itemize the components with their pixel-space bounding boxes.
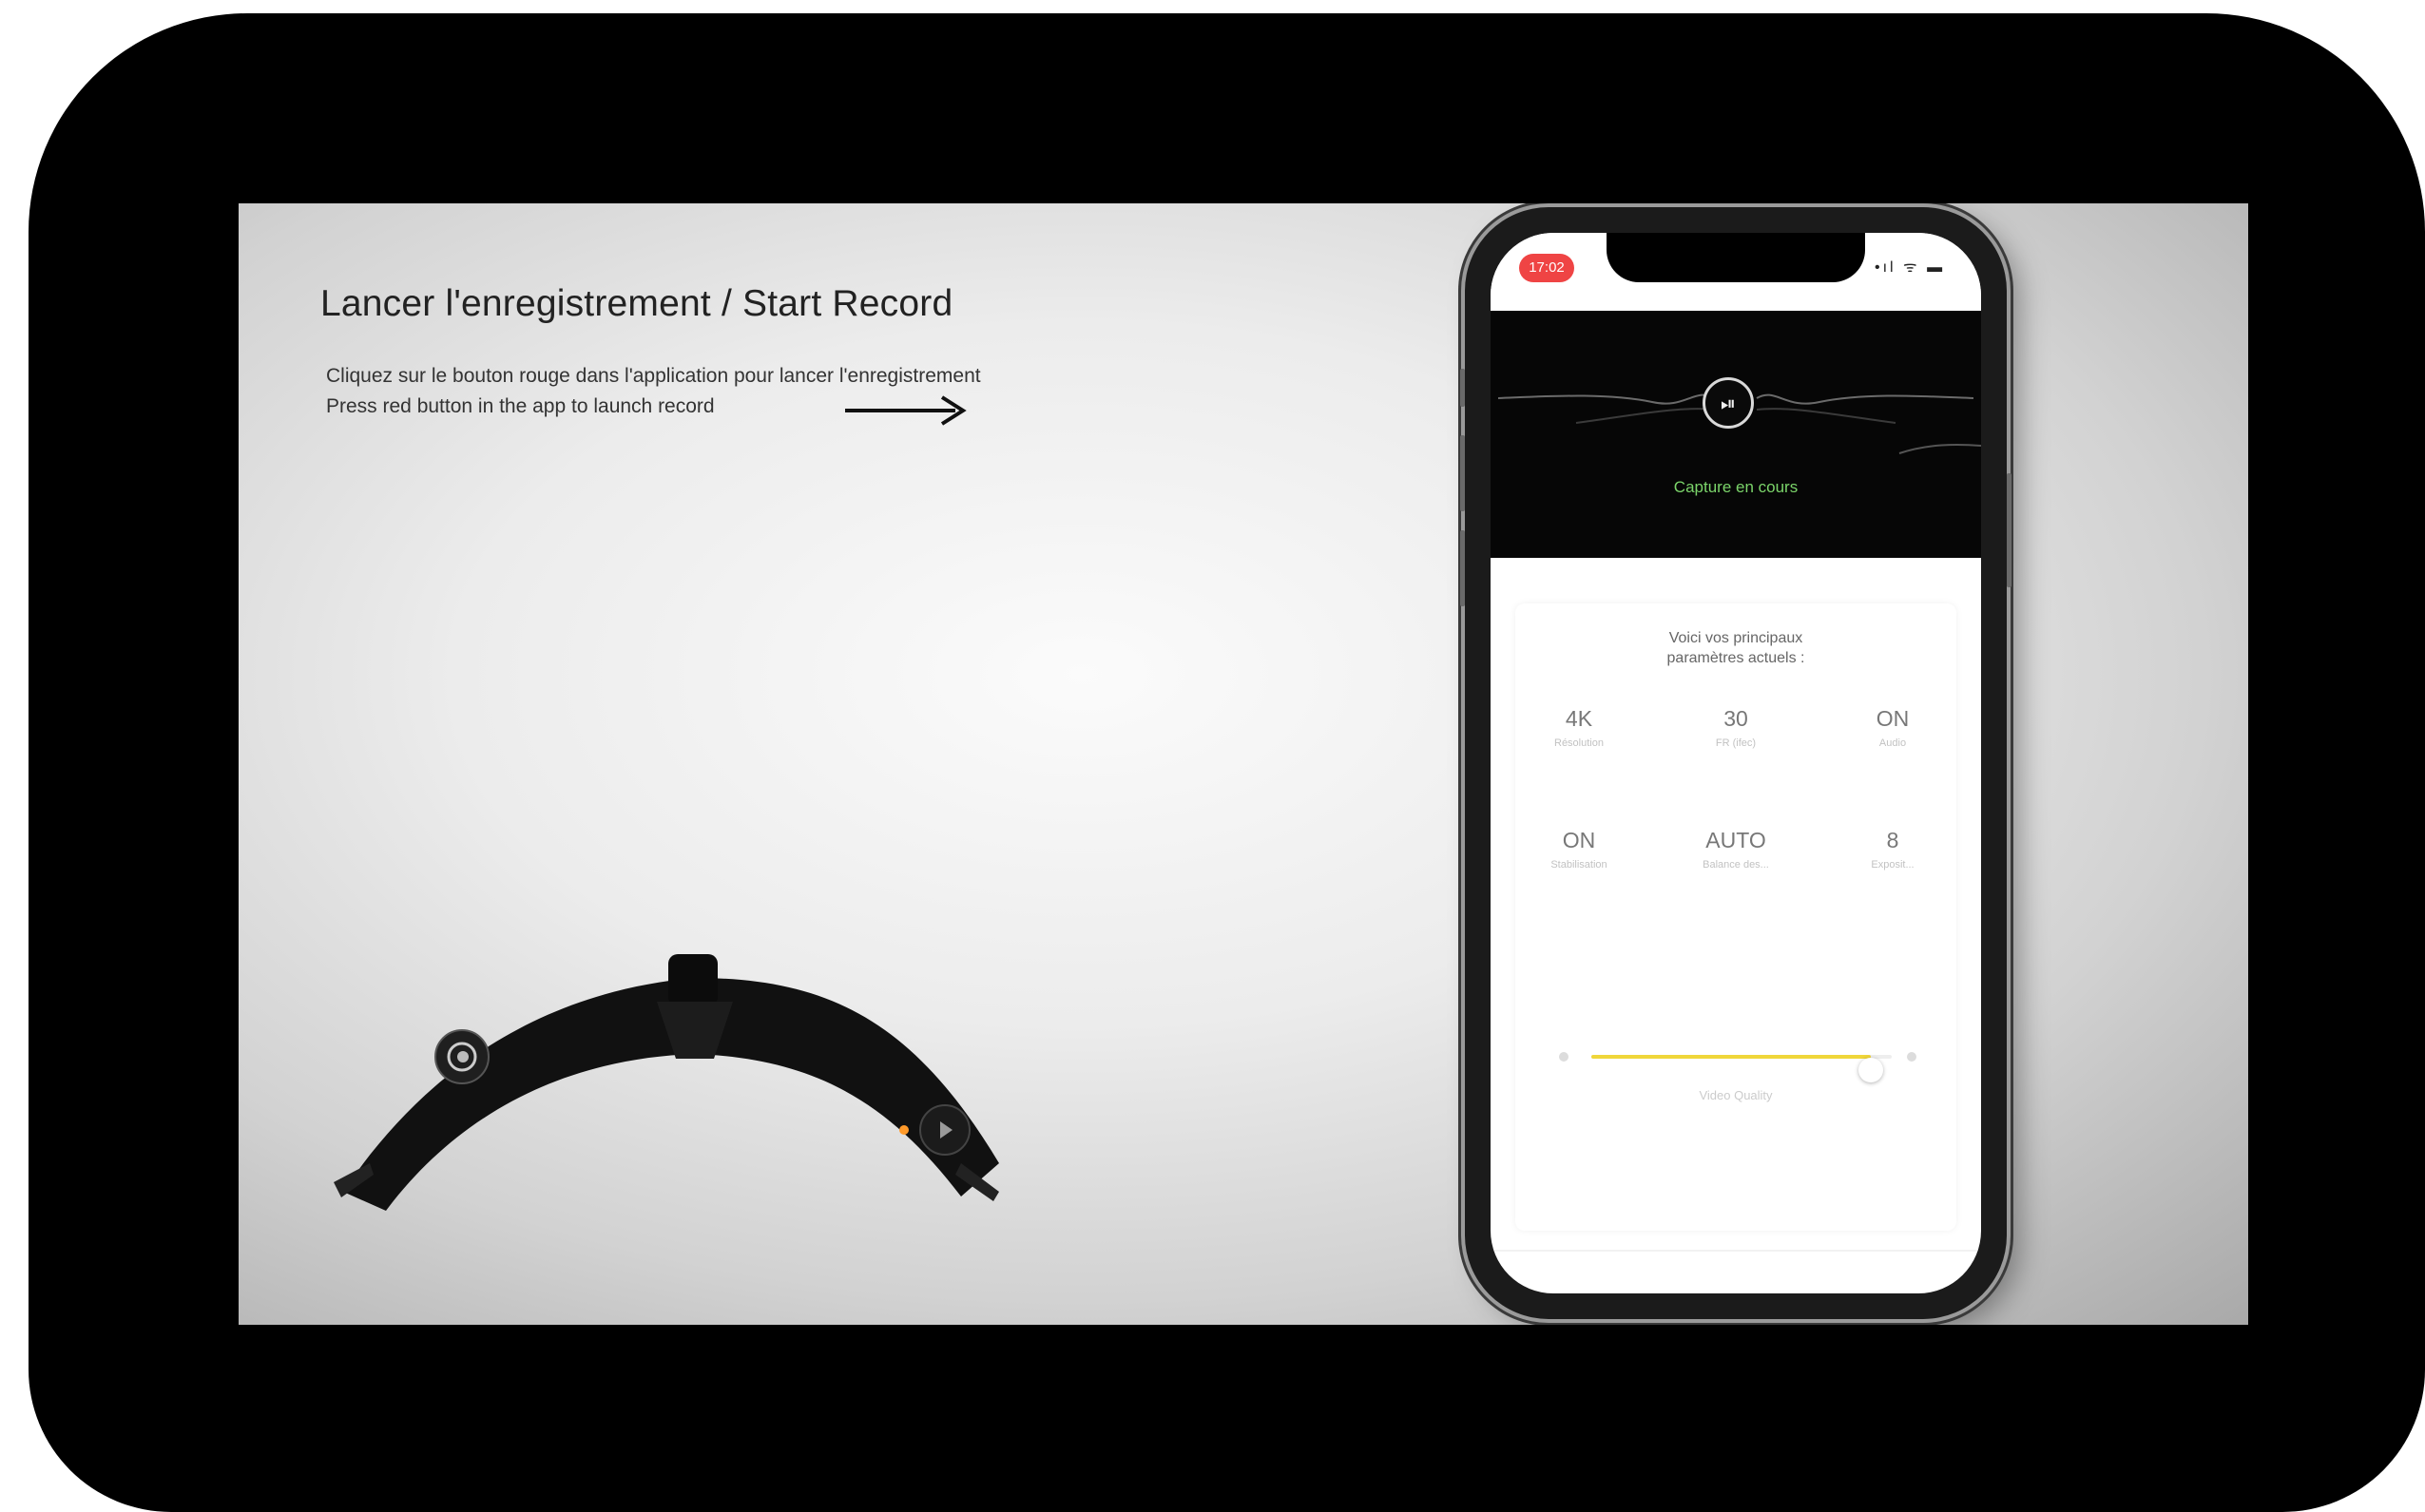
record-play-pause-button[interactable]: ⏯ bbox=[1703, 377, 1754, 429]
slide-stage: Lancer l'enregistrement / Start Record C… bbox=[239, 203, 2248, 1325]
settings-card: Voici vos principaux paramètres actuels … bbox=[1515, 603, 1956, 1231]
instruction-french: Cliquez sur le bouton rouge dans l'appli… bbox=[326, 365, 981, 387]
phone-notch bbox=[1607, 233, 1865, 282]
param-resolution[interactable]: 4K Résolution bbox=[1517, 706, 1641, 749]
arrow-right-icon bbox=[845, 395, 967, 426]
param-label: Stabilisation bbox=[1550, 859, 1607, 871]
slider-thumb[interactable] bbox=[1857, 1058, 1883, 1082]
settings-heading-line1: Voici vos principaux bbox=[1668, 630, 1803, 646]
settings-heading-line2: paramètres actuels : bbox=[1666, 650, 1805, 666]
volume-up-button bbox=[1460, 435, 1465, 511]
capture-status-text: Capture en cours bbox=[1673, 478, 1799, 496]
phone-screen: 17:02 •ıl ᯤ ▬ ⏯ Capture en cours Voici v… bbox=[1491, 233, 1981, 1293]
param-label: Exposit... bbox=[1871, 859, 1915, 871]
slider-min-icon bbox=[1559, 1052, 1569, 1062]
silent-switch bbox=[1460, 369, 1465, 407]
settings-heading: Voici vos principaux paramètres actuels … bbox=[1515, 628, 1956, 668]
power-button bbox=[2007, 473, 2011, 587]
param-audio[interactable]: ON Audio bbox=[1831, 706, 1954, 749]
smartphone: 17:02 •ıl ᯤ ▬ ⏯ Capture en cours Voici v… bbox=[1460, 207, 2011, 1319]
bottom-divider bbox=[1491, 1250, 1981, 1252]
signal-wifi-battery-icon: •ıl ᯤ ▬ bbox=[1875, 259, 1946, 276]
param-value: ON bbox=[1876, 706, 1910, 731]
capture-panel: ⏯ Capture en cours bbox=[1491, 311, 1981, 558]
param-label: FR (ifec) bbox=[1715, 737, 1757, 749]
param-label: Résolution bbox=[1554, 737, 1604, 749]
headband-camera-image bbox=[334, 954, 999, 1211]
waveform-icon bbox=[1497, 393, 1981, 454]
param-value: AUTO bbox=[1705, 828, 1766, 852]
param-value: 30 bbox=[1723, 706, 1748, 731]
instruction-english: Press red button in the app to launch re… bbox=[326, 395, 715, 417]
param-value: 4K bbox=[1565, 706, 1593, 731]
slider-max-icon bbox=[1907, 1052, 1916, 1062]
param-stabilisation[interactable]: ON Stabilisation bbox=[1517, 828, 1641, 871]
param-framerate[interactable]: 30 FR (ifec) bbox=[1674, 706, 1798, 749]
param-white-balance[interactable]: AUTO Balance des... bbox=[1674, 828, 1798, 871]
slide-title: Lancer l'enregistrement / Start Record bbox=[320, 283, 953, 324]
param-value: ON bbox=[1562, 828, 1596, 852]
video-quality-slider[interactable] bbox=[1515, 1041, 1956, 1082]
param-value: 8 bbox=[1886, 828, 1899, 852]
volume-down-button bbox=[1460, 530, 1465, 606]
param-label: Balance des... bbox=[1703, 859, 1769, 871]
status-time: 17:02 bbox=[1519, 254, 1574, 282]
slider-track[interactable] bbox=[1591, 1055, 1892, 1082]
slider-fill bbox=[1591, 1055, 1871, 1059]
video-quality-label: Video Quality bbox=[1699, 1088, 1773, 1102]
param-exposure[interactable]: 8 Exposit... bbox=[1831, 828, 1954, 871]
param-label: Audio bbox=[1878, 737, 1907, 749]
